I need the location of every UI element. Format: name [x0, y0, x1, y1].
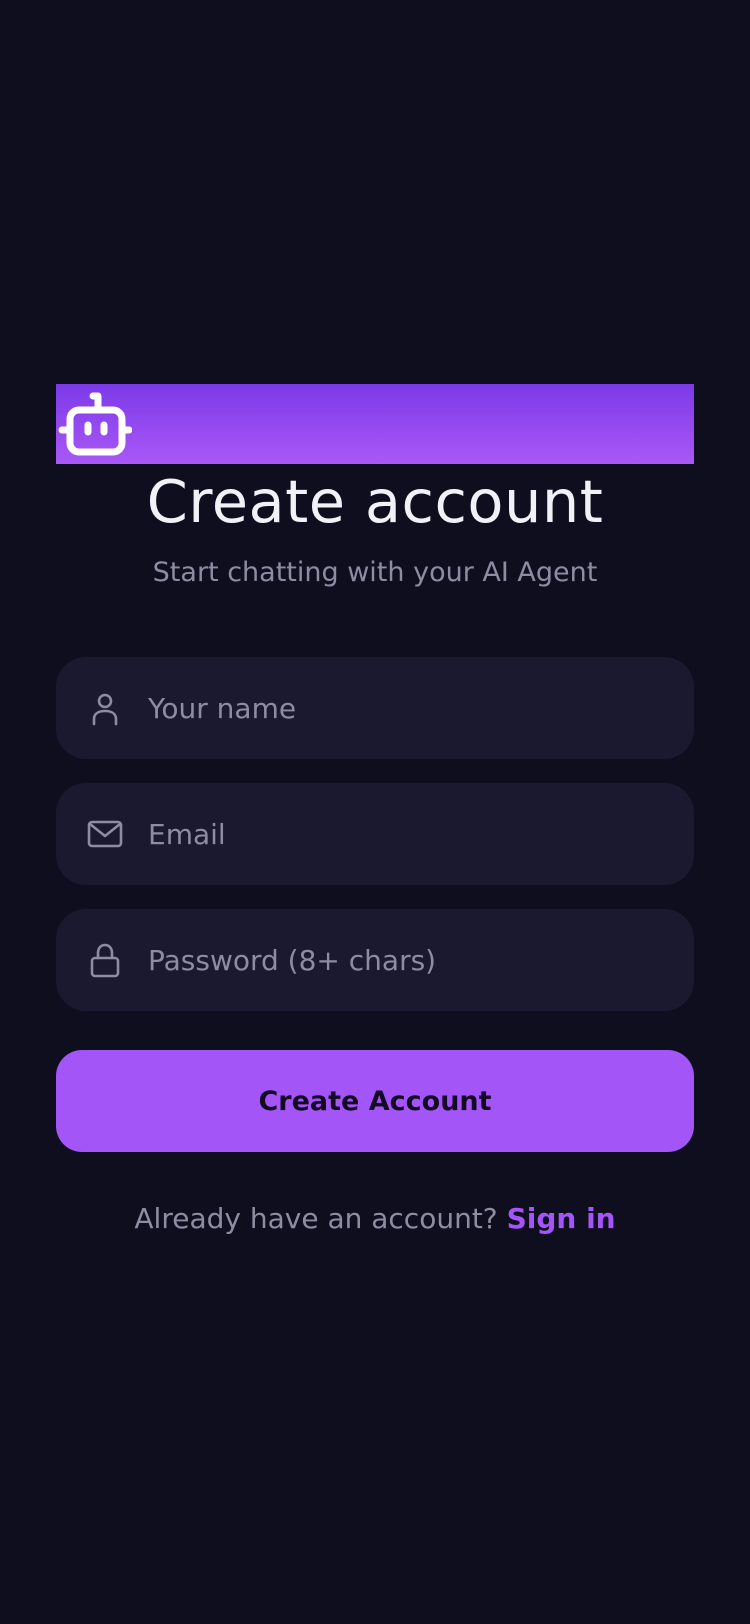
email-field[interactable] [56, 783, 694, 885]
create-account-button[interactable]: Create Account [56, 1050, 694, 1152]
password-input[interactable] [148, 909, 668, 1011]
page-title: Create account [146, 467, 604, 536]
mail-icon [87, 820, 123, 848]
password-field[interactable] [56, 909, 694, 1011]
name-field[interactable] [56, 657, 694, 759]
user-icon [92, 693, 118, 726]
sign-in-prompt-text: Already have an account? [134, 1202, 498, 1235]
email-input[interactable] [148, 783, 668, 885]
sign-in-link[interactable]: Sign in [507, 1202, 616, 1235]
page-subtitle: Start chatting with your AI Agent [152, 557, 598, 588]
robot-icon [58, 392, 132, 456]
lock-icon [90, 943, 120, 978]
sign-in-prompt: Already have an account? Sign in [0, 1198, 750, 1240]
logo-banner [56, 384, 694, 464]
name-input[interactable] [148, 657, 668, 759]
